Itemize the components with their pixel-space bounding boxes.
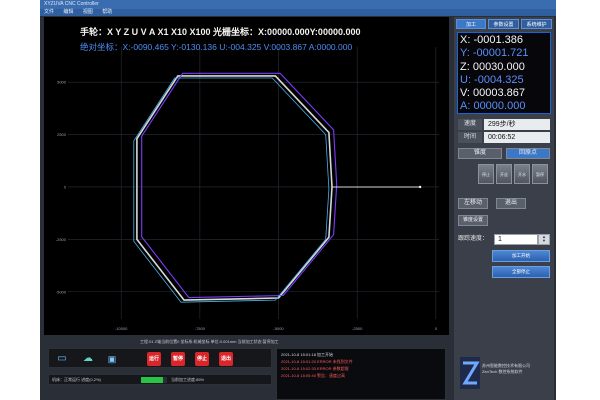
toolbar: ▭ ☁ ▣ 运行 暂停 停止 退出 xyxy=(48,348,272,368)
message-log[interactable]: 2021-10-8 15:01:18 加工开始 2021-10-8 15:01:… xyxy=(276,348,446,400)
wire-on-button[interactable]: 开丝 xyxy=(496,164,512,184)
stop-side-button[interactable]: 停止 xyxy=(478,164,494,184)
x-tick-label: 0 xyxy=(435,326,438,331)
open-icon[interactable]: ▭ xyxy=(54,352,70,366)
plot-canvas[interactable]: -10000 -7500 -5000 -2500 0 5000 2500 0 -2500 -500… xyxy=(44,17,449,335)
save-icon[interactable]: ▣ xyxy=(105,352,119,366)
taper-settings-button[interactable]: 锥度设置 xyxy=(458,215,488,226)
tool-position-point xyxy=(418,185,422,189)
log-line: 2021-10-8 15:01:18 加工开始 xyxy=(281,352,334,357)
progress-bar xyxy=(141,377,167,383)
menu-file[interactable]: 文件 xyxy=(44,9,54,15)
title-bar: XYZUVA CNC Controller xyxy=(40,0,556,9)
menu-view[interactable]: 视图 xyxy=(83,9,93,15)
x-tick-label: -7500 xyxy=(195,326,206,331)
tab-maintenance[interactable]: 系统维护 xyxy=(521,19,552,29)
company-info: 苏州智能数控技术有限公司 ZenTech 数控系统软件 xyxy=(482,363,552,375)
log-line: 2021-10-8 15:05:40 警告：速度过高 xyxy=(281,373,346,378)
tab-process[interactable]: 加工 xyxy=(456,19,486,29)
time-value: 00:06:52 xyxy=(484,132,550,143)
company-subtitle: ZenTech 数控系统软件 xyxy=(482,369,523,374)
log-line: 2021-10-8 15:02:33 ERROR 参数超限 xyxy=(281,366,349,371)
log-line: 2021-10-8 15:01:20 ERROR 未找到文件 xyxy=(281,359,353,364)
start-process-button[interactable]: 加工开始 xyxy=(492,250,550,262)
app-window: XYZUVA CNC Controller 文件 编辑 视图 帮助 -10000… xyxy=(40,0,556,400)
track-speed-label: 跟踪速度： xyxy=(458,236,489,242)
tab-parameters[interactable]: 参数设置 xyxy=(488,19,519,29)
coord-u: U: -0004.325 xyxy=(460,73,524,86)
stop-all-button[interactable]: 全部停止 xyxy=(492,266,550,278)
simulate-icon[interactable]: ☁ xyxy=(79,352,97,366)
coord-v: V: 00003.867 xyxy=(460,87,526,100)
control-sidebar: 加工 参数设置 系统维护 X: -0001.386 Y: -00001.721 … xyxy=(454,17,554,400)
coord-z: Z: 00030.000 xyxy=(460,60,525,73)
time-label: 时间 xyxy=(458,132,482,143)
pause-side-button[interactable]: 暂停 xyxy=(532,164,548,184)
y-tick-label: -5000 xyxy=(56,289,67,294)
speed-label: 速度 xyxy=(458,119,482,130)
exit-side-button[interactable]: 退出 xyxy=(496,198,526,209)
coordinate-display: X: -0001.386 Y: -00001.721 Z: 00030.000 … xyxy=(457,32,551,114)
stop-button[interactable]: 停止 xyxy=(195,352,209,366)
x-tick-label: -2500 xyxy=(352,326,363,331)
exit-button[interactable]: 退出 xyxy=(219,352,233,366)
water-on-button[interactable]: 开水 xyxy=(514,164,530,184)
menu-help[interactable]: 帮助 xyxy=(102,9,112,15)
y-tick-label: 5000 xyxy=(57,80,67,85)
menu-bar: 文件 编辑 视图 帮助 xyxy=(40,9,556,16)
y-tick-label: -2500 xyxy=(56,237,67,242)
coord-a: A: 00000.000 xyxy=(460,100,526,113)
progress-label: 当前加工进度:85% xyxy=(171,377,205,382)
machine-status-bar: 机床：正常运行 进度(0,2%) 当前加工进度:85% xyxy=(48,374,272,385)
y-tick-label: 2500 xyxy=(57,132,67,137)
move-left-button[interactable]: 左移动 xyxy=(458,198,488,209)
run-button[interactable]: 运行 xyxy=(147,352,161,366)
absolute-coords-readout: 绝对坐标：X:-0090.465 Y:-0130.136 U:-004.325 … xyxy=(80,42,353,52)
machine-status-text: 机床：正常运行 进度(0,2%) xyxy=(52,377,101,382)
menu-edit[interactable]: 编辑 xyxy=(63,9,73,15)
pause-button[interactable]: 暂停 xyxy=(171,352,185,366)
company-logo-icon xyxy=(460,357,480,389)
spin-down-icon[interactable]: ▼ xyxy=(539,239,549,243)
toolpath-plot[interactable]: -10000 -7500 -5000 -2500 0 5000 2500 0 -2500 -500… xyxy=(44,17,449,335)
taper-toggle[interactable]: 锥度 xyxy=(458,148,502,159)
track-speed-spinner[interactable]: ▲ ▼ xyxy=(538,234,550,245)
coord-y: Y: -00001.721 xyxy=(460,47,529,60)
x-tick-label: -10000 xyxy=(115,326,128,331)
toolpath-offset-lower xyxy=(133,77,330,303)
home-toggle[interactable]: 回原点 xyxy=(506,148,550,159)
hand-wheel-readout: 手轮：X Y Z U V A X1 X10 X100 光栅坐标：X:00000.… xyxy=(80,27,361,37)
bottom-panel: ▭ ☁ ▣ 运行 暂停 停止 退出 机床：正常运行 进度(0,2%) 当前加工进… xyxy=(44,344,450,400)
x-tick-label: -5000 xyxy=(273,326,284,331)
speed-value: 299步/秒 xyxy=(484,119,550,130)
progress-fill xyxy=(141,377,164,383)
toolpath-outline xyxy=(136,75,333,301)
y-tick-label: 0 xyxy=(64,184,67,189)
coord-x: X: -0001.386 xyxy=(460,34,523,46)
track-speed-input[interactable]: 1 xyxy=(494,234,538,245)
